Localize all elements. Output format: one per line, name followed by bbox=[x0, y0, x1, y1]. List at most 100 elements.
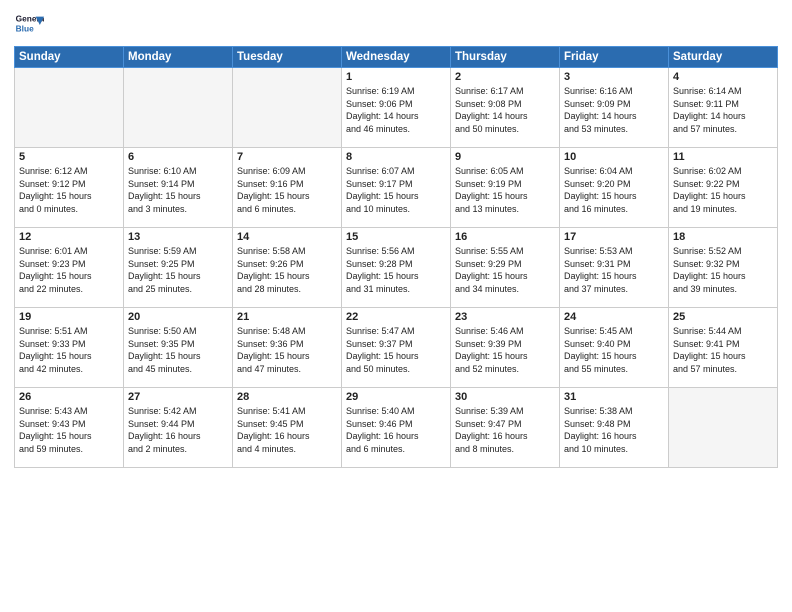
day-number: 16 bbox=[455, 231, 555, 243]
calendar-cell: 5 Sunrise: 6:12 AM Sunset: 9:12 PM Daylig… bbox=[15, 148, 124, 228]
day-info: Sunrise: 6:17 AM Sunset: 9:08 PM Dayligh… bbox=[455, 85, 555, 135]
calendar-cell: 4Sunrise: 6:14 AM Sunset: 9:11 PM Daylig… bbox=[669, 68, 778, 148]
day-info: Sunrise: 5:43 AM Sunset: 9:43 PM Dayligh… bbox=[19, 405, 119, 455]
calendar-cell: 21 Sunrise: 5:48 AM Sunset: 9:36 PM Dayli… bbox=[233, 308, 342, 388]
logo: General Blue bbox=[14, 10, 44, 40]
calendar-cell: 16 Sunrise: 5:55 AM Sunset: 9:29 PM Dayli… bbox=[451, 228, 560, 308]
weekday-header-saturday: Saturday bbox=[669, 47, 778, 68]
day-number: 13 bbox=[128, 231, 228, 243]
day-info: Sunrise: 6:07 AM Sunset: 9:17 PM Dayligh… bbox=[346, 165, 446, 215]
day-number: 14 bbox=[237, 231, 337, 243]
week-row-3: 12 Sunrise: 6:01 AM Sunset: 9:23 PM Dayli… bbox=[15, 228, 778, 308]
week-row-4: 19Sunrise: 5:51 AM Sunset: 9:33 PM Dayli… bbox=[15, 308, 778, 388]
calendar-cell: 6Sunrise: 6:10 AM Sunset: 9:14 PM Daylig… bbox=[124, 148, 233, 228]
calendar-cell: 9Sunrise: 6:05 AM Sunset: 9:19 PM Daylig… bbox=[451, 148, 560, 228]
day-info: Sunrise: 6:05 AM Sunset: 9:19 PM Dayligh… bbox=[455, 165, 555, 215]
day-info: Sunrise: 5:56 AM Sunset: 9:28 PM Dayligh… bbox=[346, 245, 446, 295]
day-number: 15 bbox=[346, 231, 446, 243]
calendar-cell: 7 Sunrise: 6:09 AM Sunset: 9:16 PM Daylig… bbox=[233, 148, 342, 228]
calendar-cell: 23Sunrise: 5:46 AM Sunset: 9:39 PM Dayli… bbox=[451, 308, 560, 388]
day-info: Sunrise: 5:59 AM Sunset: 9:25 PM Dayligh… bbox=[128, 245, 228, 295]
day-info: Sunrise: 5:50 AM Sunset: 9:35 PM Dayligh… bbox=[128, 325, 228, 375]
day-info: Sunrise: 6:09 AM Sunset: 9:16 PM Dayligh… bbox=[237, 165, 337, 215]
calendar-cell: 1 Sunrise: 6:19 AM Sunset: 9:06 PM Daylig… bbox=[342, 68, 451, 148]
calendar-cell: 11Sunrise: 6:02 AM Sunset: 9:22 PM Dayli… bbox=[669, 148, 778, 228]
day-number: 10 bbox=[564, 151, 664, 163]
day-info: Sunrise: 6:14 AM Sunset: 9:11 PM Dayligh… bbox=[673, 85, 773, 135]
day-info: Sunrise: 5:44 AM Sunset: 9:41 PM Dayligh… bbox=[673, 325, 773, 375]
calendar-cell bbox=[669, 388, 778, 468]
day-info: Sunrise: 5:48 AM Sunset: 9:36 PM Dayligh… bbox=[237, 325, 337, 375]
calendar-cell: 30 Sunrise: 5:39 AM Sunset: 9:47 PM Dayli… bbox=[451, 388, 560, 468]
svg-text:Blue: Blue bbox=[16, 24, 34, 34]
day-number: 26 bbox=[19, 391, 119, 403]
weekday-header-monday: Monday bbox=[124, 47, 233, 68]
calendar-cell: 17 Sunrise: 5:53 AM Sunset: 9:31 PM Dayli… bbox=[560, 228, 669, 308]
calendar-cell: 31Sunrise: 5:38 AM Sunset: 9:48 PM Dayli… bbox=[560, 388, 669, 468]
day-number: 31 bbox=[564, 391, 664, 403]
day-info: Sunrise: 5:40 AM Sunset: 9:46 PM Dayligh… bbox=[346, 405, 446, 455]
calendar-cell: 20Sunrise: 5:50 AM Sunset: 9:35 PM Dayli… bbox=[124, 308, 233, 388]
calendar-cell: 3 Sunrise: 6:16 AM Sunset: 9:09 PM Daylig… bbox=[560, 68, 669, 148]
day-number: 8 bbox=[346, 151, 446, 163]
calendar-cell: 18 Sunrise: 5:52 AM Sunset: 9:32 PM Dayli… bbox=[669, 228, 778, 308]
calendar-cell: 14 Sunrise: 5:58 AM Sunset: 9:26 PM Dayli… bbox=[233, 228, 342, 308]
calendar-cell: 28 Sunrise: 5:41 AM Sunset: 9:45 PM Dayli… bbox=[233, 388, 342, 468]
day-info: Sunrise: 6:16 AM Sunset: 9:09 PM Dayligh… bbox=[564, 85, 664, 135]
day-number: 25 bbox=[673, 311, 773, 323]
day-number: 11 bbox=[673, 151, 773, 163]
day-info: Sunrise: 5:52 AM Sunset: 9:32 PM Dayligh… bbox=[673, 245, 773, 295]
calendar-cell: 13 Sunrise: 5:59 AM Sunset: 9:25 PM Dayli… bbox=[124, 228, 233, 308]
calendar-cell: 19Sunrise: 5:51 AM Sunset: 9:33 PM Dayli… bbox=[15, 308, 124, 388]
calendar-cell: 29 Sunrise: 5:40 AM Sunset: 9:46 PM Dayli… bbox=[342, 388, 451, 468]
day-number: 2 bbox=[455, 71, 555, 83]
day-number: 22 bbox=[346, 311, 446, 323]
day-number: 1 bbox=[346, 71, 446, 83]
day-info: Sunrise: 5:53 AM Sunset: 9:31 PM Dayligh… bbox=[564, 245, 664, 295]
calendar-table: SundayMondayTuesdayWednesdayThursdayFrid… bbox=[14, 46, 778, 468]
day-number: 24 bbox=[564, 311, 664, 323]
calendar-cell: 2 Sunrise: 6:17 AM Sunset: 9:08 PM Daylig… bbox=[451, 68, 560, 148]
week-row-2: 5 Sunrise: 6:12 AM Sunset: 9:12 PM Daylig… bbox=[15, 148, 778, 228]
day-info: Sunrise: 5:51 AM Sunset: 9:33 PM Dayligh… bbox=[19, 325, 119, 375]
day-number: 18 bbox=[673, 231, 773, 243]
calendar-cell: 12 Sunrise: 6:01 AM Sunset: 9:23 PM Dayli… bbox=[15, 228, 124, 308]
day-info: Sunrise: 5:47 AM Sunset: 9:37 PM Dayligh… bbox=[346, 325, 446, 375]
day-number: 6 bbox=[128, 151, 228, 163]
weekday-header-row: SundayMondayTuesdayWednesdayThursdayFrid… bbox=[15, 47, 778, 68]
weekday-header-wednesday: Wednesday bbox=[342, 47, 451, 68]
day-info: Sunrise: 6:19 AM Sunset: 9:06 PM Dayligh… bbox=[346, 85, 446, 135]
day-number: 30 bbox=[455, 391, 555, 403]
calendar-cell bbox=[124, 68, 233, 148]
day-number: 21 bbox=[237, 311, 337, 323]
weekday-header-thursday: Thursday bbox=[451, 47, 560, 68]
day-number: 17 bbox=[564, 231, 664, 243]
calendar-cell: 25 Sunrise: 5:44 AM Sunset: 9:41 PM Dayli… bbox=[669, 308, 778, 388]
week-row-1: 1 Sunrise: 6:19 AM Sunset: 9:06 PM Daylig… bbox=[15, 68, 778, 148]
day-info: Sunrise: 5:55 AM Sunset: 9:29 PM Dayligh… bbox=[455, 245, 555, 295]
calendar-cell: 8 Sunrise: 6:07 AM Sunset: 9:17 PM Daylig… bbox=[342, 148, 451, 228]
day-info: Sunrise: 6:12 AM Sunset: 9:12 PM Dayligh… bbox=[19, 165, 119, 215]
day-number: 12 bbox=[19, 231, 119, 243]
day-number: 27 bbox=[128, 391, 228, 403]
day-info: Sunrise: 5:45 AM Sunset: 9:40 PM Dayligh… bbox=[564, 325, 664, 375]
day-number: 23 bbox=[455, 311, 555, 323]
day-number: 7 bbox=[237, 151, 337, 163]
weekday-header-tuesday: Tuesday bbox=[233, 47, 342, 68]
calendar-cell: 27Sunrise: 5:42 AM Sunset: 9:44 PM Dayli… bbox=[124, 388, 233, 468]
day-number: 28 bbox=[237, 391, 337, 403]
day-number: 3 bbox=[564, 71, 664, 83]
page: General Blue SundayMondayTuesdayWednesda… bbox=[0, 0, 792, 478]
calendar-cell bbox=[233, 68, 342, 148]
day-info: Sunrise: 5:41 AM Sunset: 9:45 PM Dayligh… bbox=[237, 405, 337, 455]
day-number: 5 bbox=[19, 151, 119, 163]
day-info: Sunrise: 6:04 AM Sunset: 9:20 PM Dayligh… bbox=[564, 165, 664, 215]
day-info: Sunrise: 6:01 AM Sunset: 9:23 PM Dayligh… bbox=[19, 245, 119, 295]
logo-icon: General Blue bbox=[14, 10, 44, 40]
calendar-cell: 22 Sunrise: 5:47 AM Sunset: 9:37 PM Dayli… bbox=[342, 308, 451, 388]
week-row-5: 26 Sunrise: 5:43 AM Sunset: 9:43 PM Dayli… bbox=[15, 388, 778, 468]
calendar-cell bbox=[15, 68, 124, 148]
day-info: Sunrise: 5:58 AM Sunset: 9:26 PM Dayligh… bbox=[237, 245, 337, 295]
day-number: 29 bbox=[346, 391, 446, 403]
day-info: Sunrise: 5:39 AM Sunset: 9:47 PM Dayligh… bbox=[455, 405, 555, 455]
